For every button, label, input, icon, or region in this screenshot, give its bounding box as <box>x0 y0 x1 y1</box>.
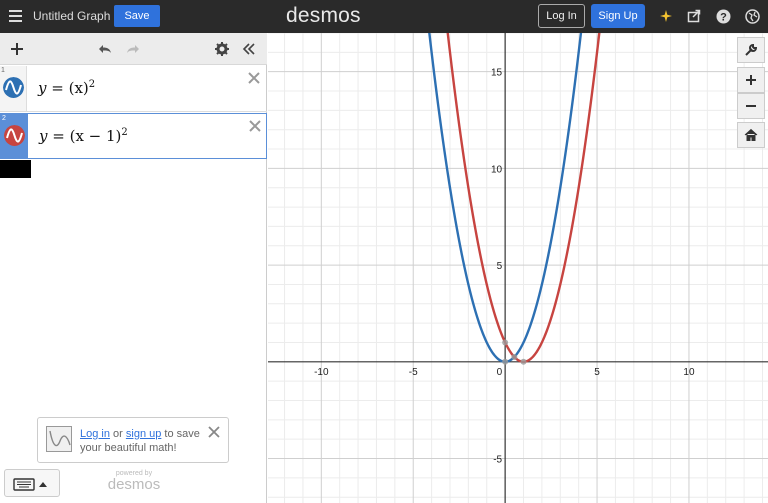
home-icon[interactable] <box>737 122 765 148</box>
graph-thumbnail-icon <box>46 426 72 452</box>
menu-icon[interactable] <box>9 10 22 22</box>
settings-icon[interactable] <box>213 40 231 58</box>
point-of-interest <box>511 353 518 360</box>
keyboard-icon <box>13 478 47 491</box>
redo-icon[interactable] <box>124 40 142 58</box>
keyboard-toggle-button[interactable] <box>4 469 60 497</box>
graph-paper[interactable]: -10 -5 0 5 10 15 10 5 -5 <box>268 33 768 503</box>
expression-tab[interactable]: 2 <box>1 114 28 158</box>
y-tick-label: 15 <box>491 68 503 79</box>
login-link[interactable]: Log in <box>80 428 110 440</box>
add-icon[interactable] <box>8 40 26 58</box>
sparkle-icon[interactable] <box>658 8 674 24</box>
point-of-interest <box>520 358 527 365</box>
login-button[interactable]: Log In <box>538 4 585 28</box>
x-tick-label: 5 <box>594 367 600 378</box>
delete-expression-icon[interactable] <box>247 71 261 85</box>
close-icon[interactable] <box>208 426 220 438</box>
expression-tab[interactable]: 1 <box>0 66 27 111</box>
graph-title[interactable]: Untitled Graph <box>33 9 110 23</box>
powered-by-desmos[interactable]: powered by desmos <box>104 470 164 492</box>
help-icon[interactable]: ? <box>715 8 731 24</box>
graph-canvas[interactable]: -10 -5 0 5 10 15 10 5 -5 <box>268 33 768 503</box>
expression-math[interactable]: y = (x)2 <box>38 79 95 97</box>
y-tick-label: 10 <box>491 164 503 175</box>
share-icon[interactable] <box>686 8 702 24</box>
point-of-interest <box>502 358 509 365</box>
wrench-icon[interactable] <box>737 37 765 63</box>
save-promo-card: Log in or sign up to save your beautiful… <box>37 417 229 463</box>
expression-index: 2 <box>2 115 6 122</box>
x-tick-label: -5 <box>409 367 418 378</box>
promo-text: Log in or sign up to save your beautiful… <box>80 428 200 454</box>
delete-expression-icon[interactable] <box>248 119 262 133</box>
zoom-in-icon[interactable] <box>737 67 765 93</box>
expression-toolbar <box>0 33 267 65</box>
x-tick-label: 0 <box>497 367 503 378</box>
expression-row-2[interactable]: 2 y = (x − 1)2 <box>0 113 267 159</box>
desmos-logo: desmos <box>286 4 361 27</box>
x-tick-label: -10 <box>314 367 329 378</box>
zoom-out-icon[interactable] <box>737 93 765 119</box>
svg-text:?: ? <box>720 11 727 23</box>
point-of-interest <box>502 339 509 346</box>
language-icon[interactable] <box>744 8 760 24</box>
top-bar: Untitled Graph Save desmos Log In Sign U… <box>0 0 768 33</box>
y-tick-label: -5 <box>493 455 502 466</box>
signup-link[interactable]: sign up <box>126 428 161 440</box>
collapse-icon[interactable] <box>240 40 258 58</box>
expression-panel: 1 y = (x)2 2 y = (x − 1)2 Log in or sign… <box>0 33 267 503</box>
graph-color-icon[interactable] <box>3 77 24 98</box>
signup-button[interactable]: Sign Up <box>591 4 645 28</box>
expression-math[interactable]: y = (x − 1)2 <box>39 127 128 145</box>
graph-color-icon[interactable] <box>4 125 25 146</box>
expression-index: 1 <box>1 67 5 74</box>
y-tick-label: 5 <box>497 261 503 272</box>
x-tick-label: 10 <box>683 367 695 378</box>
save-button[interactable]: Save <box>114 5 160 27</box>
expression-row-1[interactable]: 1 y = (x)2 <box>0 66 267 112</box>
undo-icon[interactable] <box>96 40 114 58</box>
new-expression-row[interactable] <box>0 160 31 178</box>
